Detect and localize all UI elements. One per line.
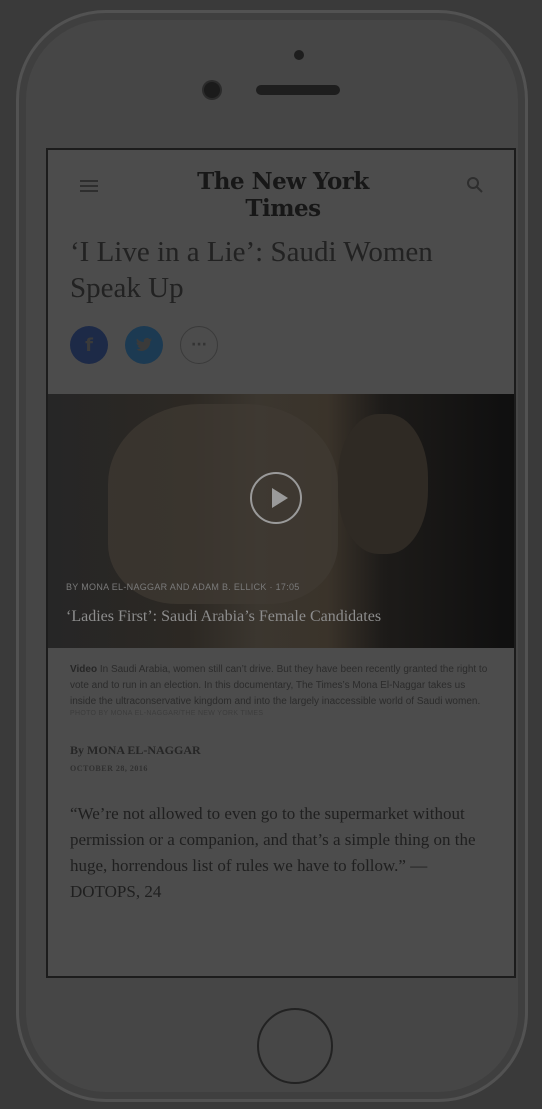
twitter-icon bbox=[136, 337, 152, 351]
video-caption: Video In Saudi Arabia, women still can’t… bbox=[70, 662, 492, 710]
phone-screen: The New York Times ‘I Live in a Lie’: Sa… bbox=[46, 148, 516, 978]
photo-credit: Photo by Mona El-Naggar/The New York Tim… bbox=[70, 710, 264, 717]
home-button[interactable] bbox=[257, 1008, 333, 1084]
more-icon: ··· bbox=[191, 337, 207, 353]
article-headline: ‘I Live in a Lie’: Saudi Women Speak Up bbox=[70, 236, 433, 304]
caption-text: In Saudi Arabia, women still can’t drive… bbox=[70, 664, 488, 707]
article-pull-quote: “We’re not allowed to even go to the sup… bbox=[70, 804, 476, 901]
article-date: October 28, 2016 bbox=[70, 764, 148, 773]
search-icon[interactable] bbox=[466, 176, 484, 194]
share-bar: f ··· bbox=[70, 326, 514, 364]
facebook-share-button[interactable]: f bbox=[70, 326, 108, 364]
more-share-button[interactable]: ··· bbox=[180, 326, 218, 364]
earpiece-speaker bbox=[256, 85, 340, 95]
play-icon[interactable] bbox=[250, 472, 302, 524]
facebook-icon: f bbox=[85, 334, 93, 356]
video-byline: By MONA EL-NAGGAR and ADAM B. ELLICK · 1… bbox=[66, 582, 300, 592]
caption-label: Video bbox=[70, 664, 98, 675]
site-logo[interactable]: The New York Times bbox=[163, 168, 403, 222]
twitter-share-button[interactable] bbox=[125, 326, 163, 364]
video-still-figure bbox=[108, 404, 338, 604]
video-player[interactable]: By MONA EL-NAGGAR and ADAM B. ELLICK · 1… bbox=[48, 394, 514, 648]
front-camera bbox=[204, 82, 220, 98]
article-byline[interactable]: By MONA EL-NAGGAR bbox=[70, 743, 492, 758]
hamburger-menu-icon[interactable] bbox=[80, 180, 98, 192]
top-bar: The New York Times bbox=[48, 150, 514, 222]
video-still-figure-2 bbox=[338, 414, 428, 554]
proximity-sensor bbox=[294, 50, 304, 60]
video-title[interactable]: ‘Ladies First’: Saudi Arabia’s Female Ca… bbox=[66, 608, 381, 626]
